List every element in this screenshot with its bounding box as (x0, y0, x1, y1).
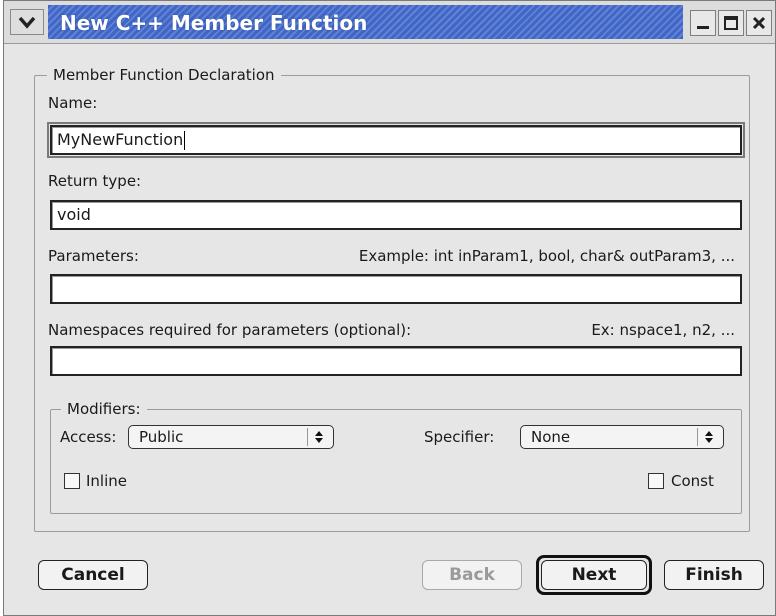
inline-checkbox[interactable] (64, 473, 80, 489)
namespaces-field[interactable] (50, 346, 742, 376)
name-label: Name: (48, 94, 98, 112)
inline-label[interactable]: Inline (86, 472, 127, 490)
access-value: Public (139, 428, 184, 446)
title-bar-fill: New C++ Member Function (48, 5, 683, 39)
close-icon (752, 16, 766, 30)
namespaces-example: Ex: nspace1, n2, ... (591, 321, 735, 339)
access-label: Access: (60, 428, 117, 446)
window-title: New C++ Member Function (60, 11, 368, 35)
minimize-button[interactable] (690, 10, 716, 36)
updown-arrows-icon (697, 428, 720, 446)
modifiers-legend: Modifiers: (61, 400, 147, 418)
return-type-value: void (57, 205, 91, 224)
title-bar[interactable]: New C++ Member Function (4, 1, 775, 44)
cancel-button[interactable]: Cancel (38, 560, 148, 590)
name-value: MyNewFunction (57, 130, 184, 149)
return-type-field[interactable]: void (50, 200, 742, 230)
return-type-label: Return type: (48, 172, 142, 190)
name-field[interactable]: MyNewFunction (47, 122, 745, 158)
back-button[interactable]: Back (422, 560, 522, 590)
parameters-field[interactable] (50, 274, 742, 304)
finish-button[interactable]: Finish (664, 560, 764, 590)
chevron-down-icon (18, 16, 36, 29)
maximize-icon (724, 16, 738, 30)
const-checkbox[interactable] (648, 473, 664, 489)
close-button[interactable] (746, 10, 772, 36)
access-popup[interactable]: Public (128, 425, 334, 449)
specifier-popup[interactable]: None (520, 425, 724, 449)
window-menu-button[interactable] (10, 9, 44, 35)
const-label[interactable]: Const (671, 472, 714, 490)
parameters-label: Parameters: (48, 247, 139, 265)
declaration-legend: Member Function Declaration (47, 66, 281, 84)
minimize-icon (697, 26, 709, 29)
specifier-label: Specifier: (424, 428, 495, 446)
updown-arrows-icon (307, 428, 330, 446)
dialog-window: New C++ Member Function Member Function … (3, 0, 776, 616)
maximize-button[interactable] (718, 10, 744, 36)
text-caret (184, 131, 186, 150)
specifier-value: None (531, 428, 571, 446)
namespaces-label: Namespaces required for parameters (opti… (48, 321, 412, 339)
parameters-example: Example: int inParam1, bool, char& outPa… (358, 247, 735, 265)
next-button[interactable]: Next (541, 560, 647, 590)
